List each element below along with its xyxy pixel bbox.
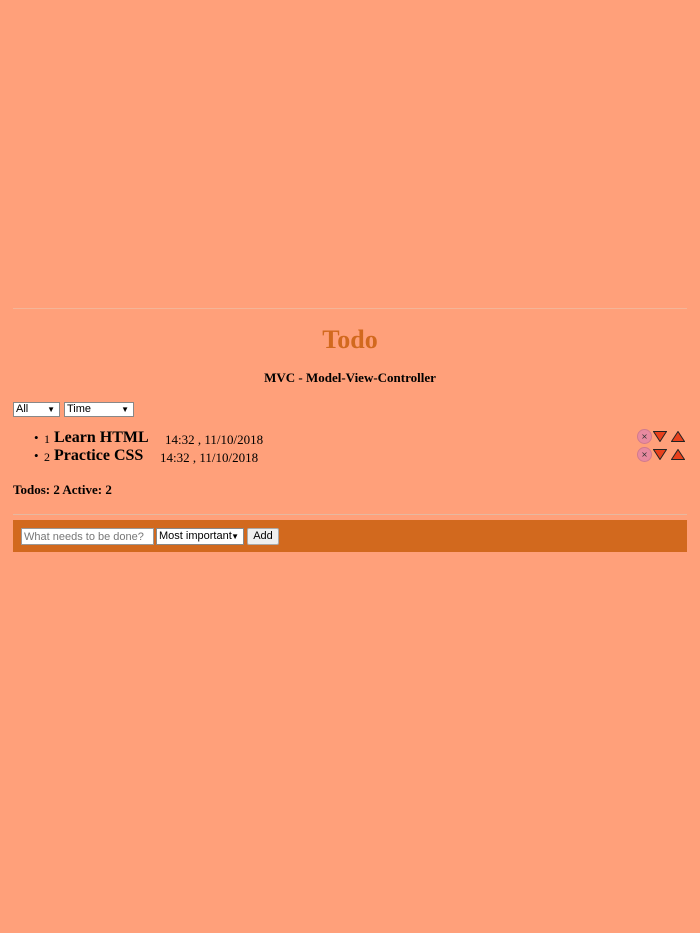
bullet: • (34, 430, 39, 445)
move-up-icon[interactable] (671, 449, 685, 460)
todo-number: 1 (44, 432, 50, 446)
new-todo-bar: Most important ▼ Add (13, 520, 687, 552)
close-icon: × (641, 432, 648, 441)
todo-list: • 1 Learn HTML 14:32 , 11/10/2018 × • 2 … (30, 429, 688, 465)
todo-item: • 2 Practice CSS 14:32 , 11/10/2018 × (30, 447, 688, 465)
status-filter-value: All (16, 403, 29, 415)
todo-number: 2 (44, 450, 50, 464)
sort-value: Time (67, 403, 92, 415)
page-title: Todo (322, 325, 378, 354)
todo-stats: Todos: 2 Active: 2 (13, 482, 112, 497)
delete-button[interactable]: × (637, 447, 652, 462)
priority-value: Most important (159, 530, 232, 542)
chevron-down-icon: ▼ (121, 405, 129, 414)
move-up-icon[interactable] (671, 431, 685, 442)
delete-button[interactable]: × (637, 429, 652, 444)
chevron-down-icon: ▼ (47, 405, 55, 414)
move-down-icon[interactable] (653, 431, 667, 442)
close-icon: × (641, 450, 648, 459)
priority-select[interactable]: Most important ▼ (156, 528, 244, 545)
add-button[interactable]: Add (247, 528, 279, 545)
todo-timestamp: 14:32 , 11/10/2018 (165, 432, 264, 447)
chevron-down-icon: ▼ (231, 532, 239, 541)
new-todo-input[interactable] (21, 528, 154, 545)
bottom-divider (13, 514, 687, 515)
status-filter-select[interactable]: All ▼ (13, 402, 60, 417)
move-down-icon[interactable] (653, 449, 667, 460)
page-subtitle: MVC - Model-View-Controller (264, 370, 436, 385)
sort-select[interactable]: Time ▼ (64, 402, 134, 417)
todo-name: Practice CSS (54, 447, 144, 464)
todo-item: • 1 Learn HTML 14:32 , 11/10/2018 × (30, 429, 688, 447)
top-divider (13, 308, 687, 309)
todo-timestamp: 14:32 , 11/10/2018 (160, 450, 259, 465)
todo-name: Learn HTML (54, 429, 149, 446)
bullet: • (34, 448, 39, 463)
